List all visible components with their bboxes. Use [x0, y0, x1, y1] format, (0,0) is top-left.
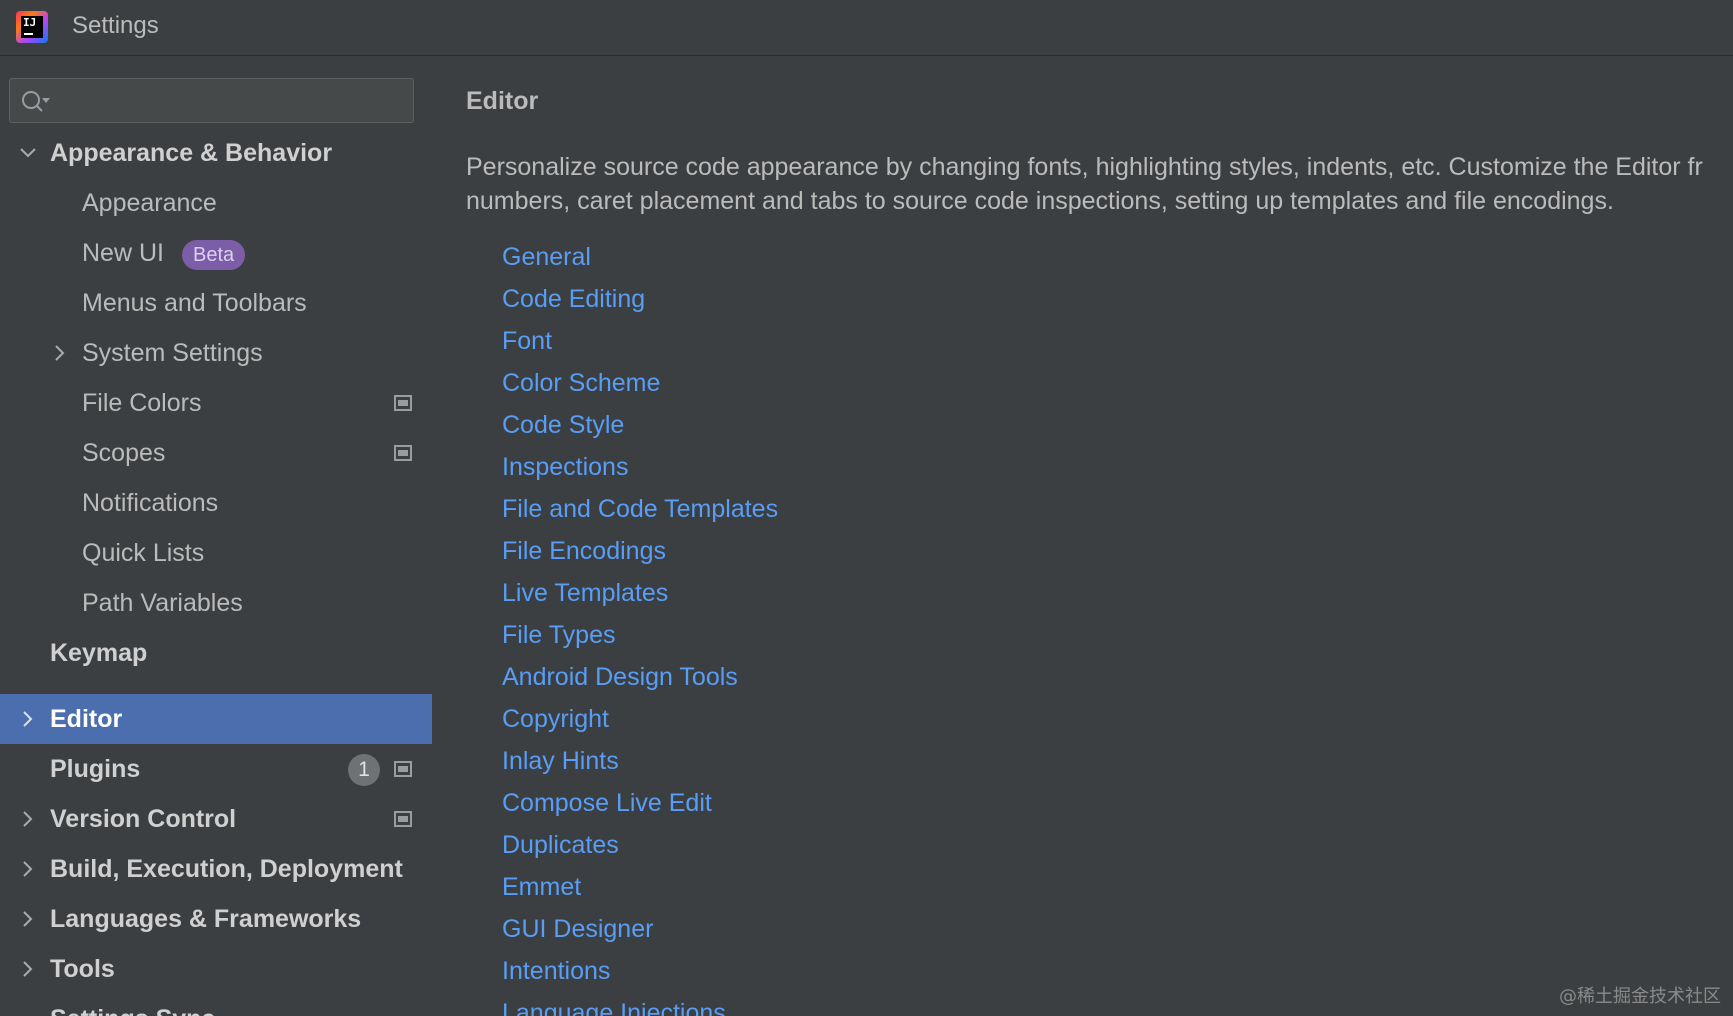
page-description: Personalize source code appearance by ch… [466, 150, 1733, 218]
sidebar-item-label: Plugins [50, 755, 141, 783]
sidebar-item-menus-toolbars[interactable]: Menus and Toolbars [0, 278, 432, 328]
title-bar: IJ Settings [0, 0, 1733, 56]
chevron-right-icon[interactable] [50, 343, 70, 363]
chevron-right-icon[interactable] [18, 709, 38, 729]
project-level-icon [394, 811, 412, 827]
sidebar-item-label: Path Variables [82, 589, 243, 617]
link-android-design-tools[interactable]: Android Design Tools [502, 661, 738, 693]
project-level-icon [394, 395, 412, 411]
link-intentions[interactable]: Intentions [502, 955, 610, 987]
sidebar-item-appearance[interactable]: Appearance [0, 178, 432, 228]
intellij-logo-icon: IJ [16, 11, 48, 43]
chevron-right-icon[interactable] [18, 809, 38, 829]
updates-count-badge: 1 [348, 754, 380, 786]
sidebar-item-label: Editor [50, 705, 123, 733]
sidebar-item-label: Version Control [50, 805, 237, 833]
project-level-icon [394, 761, 412, 777]
sidebar-item-label: Keymap [50, 639, 148, 667]
sidebar-item-label: System Settings [82, 339, 263, 367]
settings-content-panel: Editor Personalize source code appearanc… [432, 57, 1733, 1016]
description-line: numbers, caret placement and tabs to sou… [466, 187, 1614, 215]
sidebar-item-label: Languages & Frameworks [50, 905, 362, 933]
sidebar-item-plugins[interactable]: Plugins 1 [0, 744, 432, 794]
link-color-scheme[interactable]: Color Scheme [502, 367, 660, 399]
chevron-right-icon[interactable] [18, 859, 38, 879]
link-gui-designer[interactable]: GUI Designer [502, 913, 653, 945]
link-code-editing[interactable]: Code Editing [502, 283, 645, 315]
beta-badge: Beta [182, 240, 246, 270]
sidebar-item-tools[interactable]: Tools [0, 944, 432, 994]
chevron-right-icon[interactable] [18, 909, 38, 929]
sidebar-item-label: Scopes [82, 439, 166, 467]
sidebar-item-file-colors[interactable]: File Colors [0, 378, 432, 428]
sidebar-item-notifications[interactable]: Notifications [0, 478, 432, 528]
watermark: @稀土掘金技术社区 [1559, 986, 1721, 1007]
sidebar-item-label: Menus and Toolbars [82, 289, 307, 317]
chevron-right-icon[interactable] [18, 959, 38, 979]
sidebar-item-quick-lists[interactable]: Quick Lists [0, 528, 432, 578]
sidebar-item-label: Appearance & Behavior [50, 139, 333, 167]
chevron-down-icon[interactable] [18, 143, 38, 163]
link-emmet[interactable]: Emmet [502, 871, 581, 903]
sidebar-item-label: Build, Execution, Deployment [50, 855, 403, 883]
link-live-templates[interactable]: Live Templates [502, 577, 668, 609]
project-level-icon [394, 445, 412, 461]
sidebar-item-keymap[interactable]: Keymap [0, 628, 432, 678]
sidebar-item-label: Appearance [82, 189, 217, 217]
sidebar-item-system-settings[interactable]: System Settings [0, 328, 432, 378]
link-compose-live-edit[interactable]: Compose Live Edit [502, 787, 712, 819]
link-language-injections[interactable]: Language Injections [502, 997, 726, 1016]
link-code-style[interactable]: Code Style [502, 409, 624, 441]
sidebar-item-path-variables[interactable]: Path Variables [0, 578, 432, 628]
sidebar-item-editor[interactable]: Editor [0, 694, 432, 744]
window-title: Settings [72, 12, 159, 39]
link-file-and-code-templates[interactable]: File and Code Templates [502, 493, 778, 525]
link-inlay-hints[interactable]: Inlay Hints [502, 745, 619, 777]
link-copyright[interactable]: Copyright [502, 703, 609, 735]
sidebar-item-appearance-behavior[interactable]: Appearance & Behavior [0, 128, 432, 178]
link-duplicates[interactable]: Duplicates [502, 829, 619, 861]
sidebar-item-label: Quick Lists [82, 539, 205, 567]
link-font[interactable]: Font [502, 325, 552, 357]
settings-sidebar: Appearance & Behavior Appearance New UI … [0, 57, 432, 1016]
link-general[interactable]: General [502, 241, 591, 273]
link-file-types[interactable]: File Types [502, 619, 615, 651]
description-line: Personalize source code appearance by ch… [466, 153, 1703, 181]
sidebar-item-label: Notifications [82, 489, 219, 517]
sidebar-item-label: File Colors [82, 389, 202, 417]
logo-text: IJ [23, 16, 37, 29]
sidebar-item-label: New UI [82, 239, 164, 267]
sidebar-item-label: Tools [50, 955, 115, 983]
sidebar-item-version-control[interactable]: Version Control [0, 794, 432, 844]
sidebar-item-new-ui[interactable]: New UI Beta [0, 228, 432, 278]
link-file-encodings[interactable]: File Encodings [502, 535, 666, 567]
sidebar-item-settings-sync[interactable]: Settings Sync [0, 994, 432, 1016]
link-inspections[interactable]: Inspections [502, 451, 628, 483]
page-title: Editor [466, 87, 539, 115]
search-icon [22, 91, 50, 112]
sidebar-item-scopes[interactable]: Scopes [0, 428, 432, 478]
search-input[interactable] [9, 78, 414, 123]
sidebar-item-languages-frameworks[interactable]: Languages & Frameworks [0, 894, 432, 944]
sidebar-item-build-execution-deployment[interactable]: Build, Execution, Deployment [0, 844, 432, 894]
sidebar-item-label: Settings Sync [50, 1003, 215, 1016]
